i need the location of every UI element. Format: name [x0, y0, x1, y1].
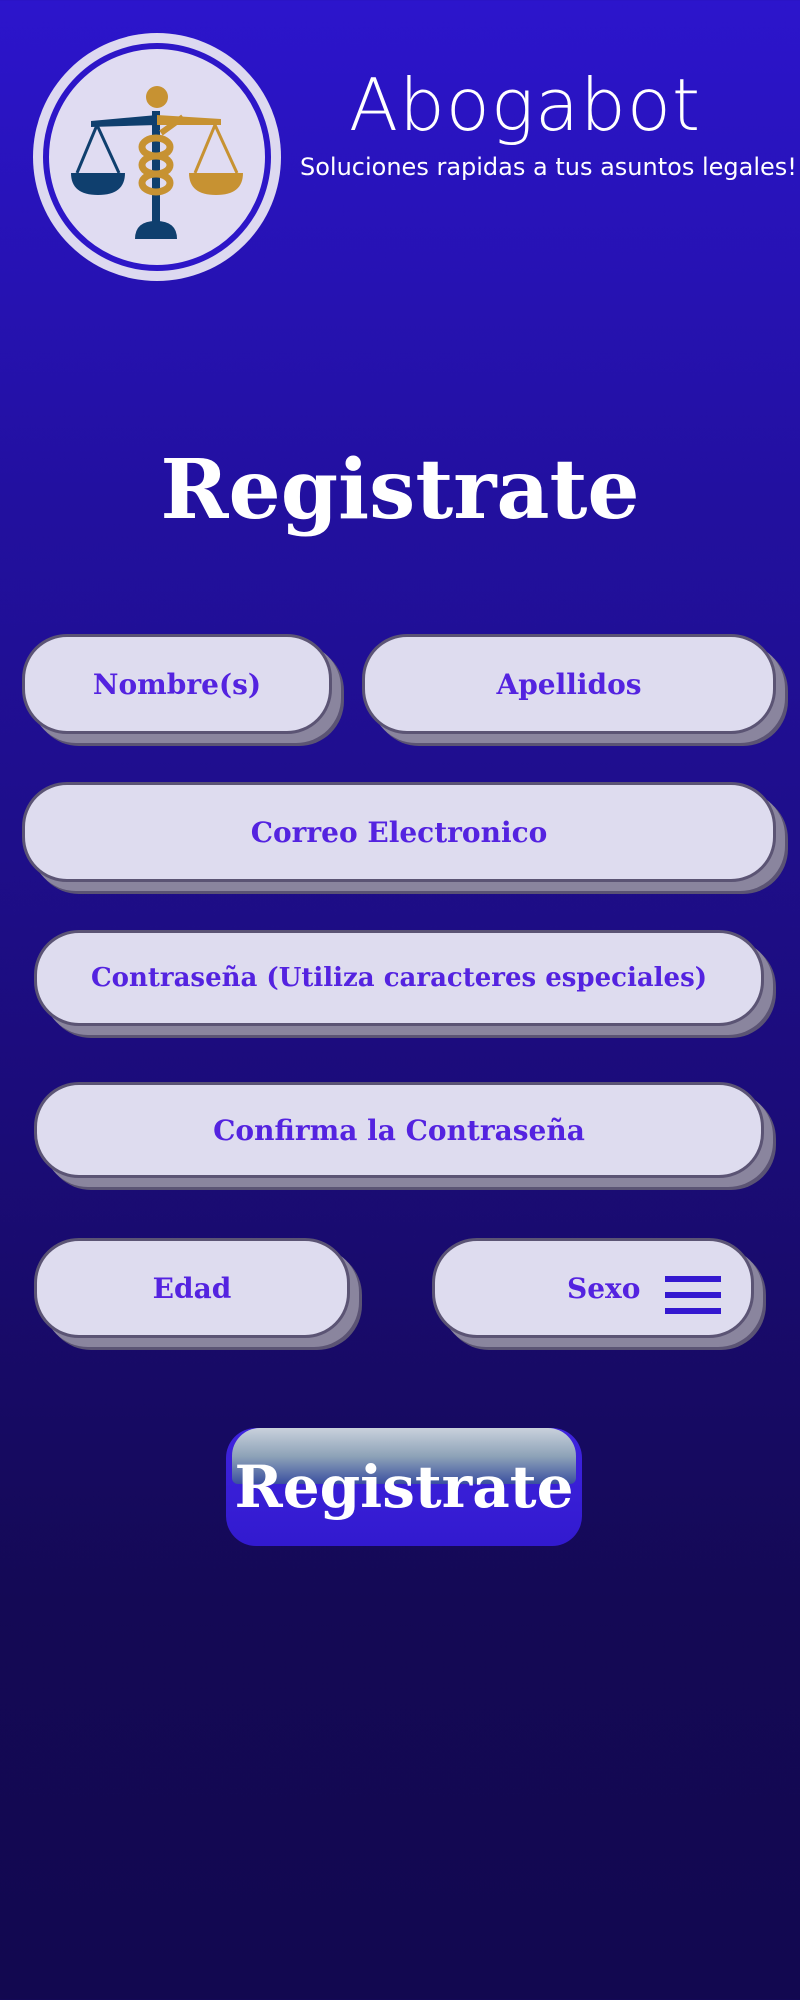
- sex-select[interactable]: Sexo: [432, 1238, 754, 1338]
- age-placeholder: Edad: [152, 1271, 232, 1305]
- app-title: Abogabot: [348, 63, 702, 147]
- last-name-field[interactable]: Apellidos: [362, 634, 776, 734]
- password-placeholder: Contraseña (Utiliza caracteres especiale…: [90, 963, 708, 993]
- confirm-password-field[interactable]: Confirma la Contraseña: [34, 1082, 764, 1178]
- email-field[interactable]: Correo Electronico: [22, 782, 776, 882]
- page-heading: Registrate: [160, 442, 640, 538]
- logo: [33, 33, 281, 281]
- confirm-password-placeholder: Confirma la Contraseña: [213, 1113, 585, 1147]
- register-button-label: Registrate: [234, 1453, 574, 1521]
- last-name-placeholder: Apellidos: [496, 667, 642, 701]
- scales-of-justice-icon: [71, 86, 243, 239]
- menu-icon[interactable]: [665, 1276, 721, 1314]
- age-field[interactable]: Edad: [34, 1238, 350, 1338]
- register-button[interactable]: Registrate: [226, 1428, 582, 1546]
- app-tagline: Soluciones rapidas a tus asuntos legales…: [300, 153, 800, 181]
- email-placeholder: Correo Electronico: [250, 815, 548, 849]
- first-name-placeholder: Nombre(s): [92, 667, 262, 701]
- sex-label: Sexo: [567, 1271, 641, 1305]
- password-field[interactable]: Contraseña (Utiliza caracteres especiale…: [34, 930, 764, 1026]
- first-name-field[interactable]: Nombre(s): [22, 634, 332, 734]
- logo-ring: [43, 43, 271, 271]
